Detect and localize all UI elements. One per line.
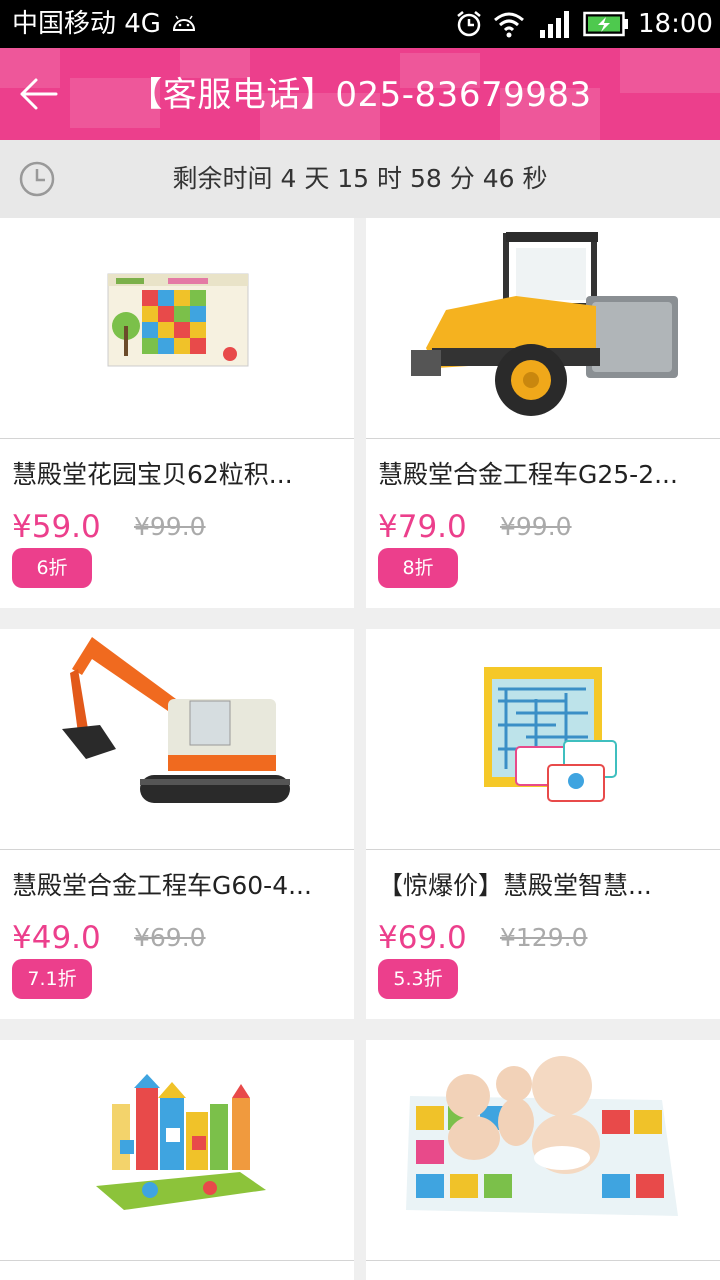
battery-charging-icon	[583, 11, 628, 37]
card-divider	[366, 849, 720, 850]
page-title[interactable]: 【客服电话】025-83679983	[0, 74, 720, 116]
product-original-price: ¥99.0	[500, 512, 572, 541]
product-image	[0, 629, 354, 849]
clock-time: 18:00	[638, 9, 713, 39]
card-divider	[366, 1260, 720, 1261]
product-price: ¥79.0	[378, 509, 467, 545]
product-image	[366, 1040, 720, 1260]
alarm-icon	[457, 11, 481, 37]
product-price: ¥59.0	[12, 509, 101, 545]
product-title[interactable]: 【惊爆价】慧殿堂智慧...	[378, 869, 708, 903]
product-title[interactable]: 慧殿堂合金工程车G60-4...	[12, 869, 342, 903]
product-original-price: ¥99.0	[134, 512, 206, 541]
product-image	[366, 218, 720, 438]
card-divider	[0, 849, 354, 850]
countdown-bar: 剩余时间 4 天 15 时 58 分 46 秒	[0, 140, 720, 218]
countdown-text: 剩余时间 4 天 15 时 58 分 46 秒	[172, 164, 548, 193]
product-image	[0, 218, 354, 438]
product-image	[366, 629, 720, 849]
discount-badge: 8折	[378, 548, 458, 588]
discount-badge: 6折	[12, 548, 92, 588]
product-card[interactable]	[366, 1040, 720, 1280]
product-price: ¥49.0	[12, 920, 101, 956]
product-title[interactable]: 慧殿堂合金工程车G25-2...	[378, 458, 708, 492]
signal-icon	[540, 11, 569, 38]
card-divider	[0, 438, 354, 439]
carrier-label: 中国移动 4G	[12, 9, 161, 39]
product-image	[0, 1040, 354, 1260]
discount-badge: 7.1折	[12, 959, 92, 999]
product-card[interactable]: 慧殿堂花园宝贝62粒积... ¥59.0 ¥99.0 6折	[0, 218, 354, 608]
product-card[interactable]: 慧殿堂合金工程车G25-2... ¥79.0 ¥99.0 8折	[366, 218, 720, 608]
product-grid: 慧殿堂花园宝贝62粒积... ¥59.0 ¥99.0 6折 慧殿堂合金工程车G2…	[0, 218, 720, 1280]
status-bar: 中国移动 4G 18:00	[0, 0, 720, 48]
product-original-price: ¥69.0	[134, 923, 206, 952]
discount-badge: 5.3折	[378, 959, 458, 999]
card-divider	[366, 438, 720, 439]
product-original-price: ¥129.0	[500, 923, 588, 952]
product-card[interactable]: 慧殿堂合金工程车G60-4... ¥49.0 ¥69.0 7.1折	[0, 629, 354, 1019]
product-card[interactable]	[0, 1040, 354, 1280]
product-title[interactable]: 慧殿堂花园宝贝62粒积...	[12, 458, 342, 492]
product-card[interactable]: 【惊爆价】慧殿堂智慧... ¥69.0 ¥129.0 5.3折	[366, 629, 720, 1019]
wifi-icon	[494, 12, 524, 38]
product-price: ¥69.0	[378, 920, 467, 956]
app-header: 【客服电话】025-83679983	[0, 48, 720, 140]
card-divider	[0, 1260, 354, 1261]
android-icon	[172, 15, 196, 31]
